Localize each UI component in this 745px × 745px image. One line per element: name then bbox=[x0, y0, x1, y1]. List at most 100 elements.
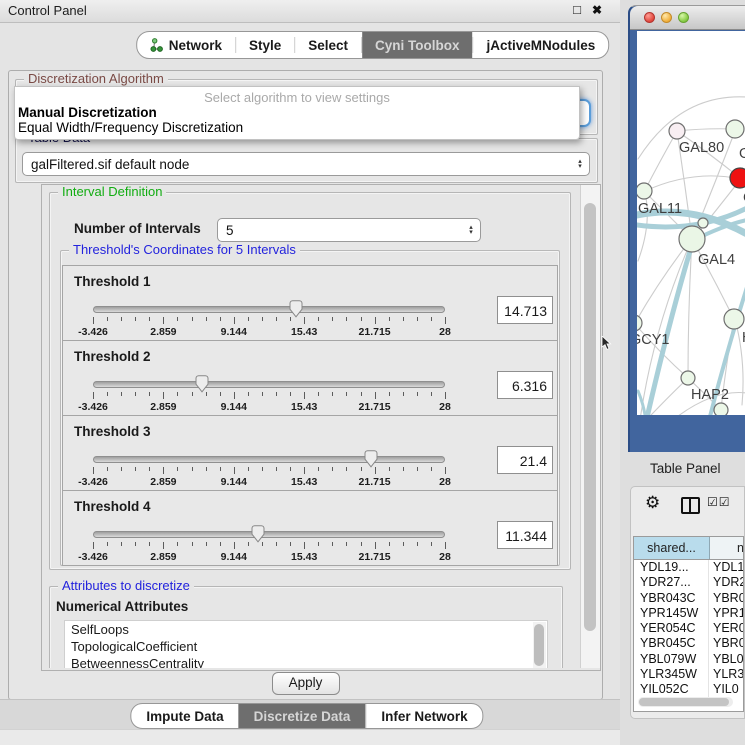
tab-infer-network[interactable]: Infer Network bbox=[365, 704, 482, 728]
network-graph[interactable]: GAL80GACGAL11GAL4GCY1HHAP2 bbox=[637, 31, 745, 415]
tick-mark bbox=[149, 392, 150, 396]
top-tab-bar: NetworkStyle Select Cyni ToolboxjActiveMNo… bbox=[136, 31, 610, 59]
attributes-scrollbar[interactable] bbox=[533, 622, 546, 668]
close-icon[interactable]: ✖ bbox=[592, 3, 602, 17]
close-traffic-light-icon[interactable] bbox=[644, 12, 655, 23]
tab-impute-data[interactable]: Impute Data bbox=[131, 704, 238, 728]
table-data-combobox[interactable]: galFiltered.sif default node ▴▾ bbox=[22, 152, 590, 176]
threshold-value-field[interactable]: 6.316 bbox=[497, 371, 553, 399]
slider-track[interactable] bbox=[93, 306, 445, 313]
tick-mark bbox=[93, 542, 94, 549]
network-node-hap2[interactable] bbox=[681, 371, 695, 385]
network-edge[interactable] bbox=[638, 391, 646, 415]
network-node-gal11[interactable] bbox=[637, 183, 652, 199]
tick-label: 21.715 bbox=[359, 551, 391, 563]
network-node-gcy1[interactable] bbox=[637, 315, 642, 331]
tick-mark bbox=[403, 542, 404, 546]
slider-thumb[interactable] bbox=[364, 450, 379, 468]
tab-jactivemnodules[interactable]: jActiveMNodules bbox=[474, 32, 609, 58]
list-item[interactable]: BetweennessCentrality bbox=[65, 655, 547, 668]
apply-button[interactable]: Apply bbox=[272, 672, 340, 695]
tick-mark bbox=[248, 467, 249, 471]
tab-network[interactable]: Network bbox=[137, 32, 235, 58]
tick-label: 2.859 bbox=[150, 551, 176, 563]
threshold-value-field[interactable]: 21.4 bbox=[497, 446, 553, 474]
network-window-titlebar[interactable] bbox=[630, 6, 745, 30]
slider-thumb[interactable] bbox=[251, 525, 266, 543]
tick-mark bbox=[332, 542, 333, 546]
table-row[interactable]: YBR045CYBR0 bbox=[634, 636, 743, 651]
network-node-c[interactable] bbox=[730, 168, 745, 188]
table-row[interactable]: YIL052CYIL0 bbox=[634, 682, 743, 697]
tick-mark bbox=[206, 317, 207, 321]
number-of-intervals-combobox[interactable]: 5 ▴▾ bbox=[217, 218, 481, 242]
tick-mark bbox=[332, 392, 333, 396]
algorithm-option-manual-discretization[interactable]: Manual Discretization bbox=[15, 105, 579, 120]
tick-mark bbox=[304, 542, 305, 549]
tab-discretize-data[interactable]: Discretize Data bbox=[239, 704, 366, 728]
slider-track[interactable] bbox=[93, 531, 445, 538]
table-row[interactable]: YPR145WYPR1 bbox=[634, 606, 743, 621]
column-layout-icon[interactable] bbox=[681, 497, 700, 514]
tick-mark bbox=[290, 467, 291, 471]
threshold-value-field[interactable]: 11.344 bbox=[497, 521, 553, 549]
network-node[interactable] bbox=[698, 218, 708, 228]
network-edge[interactable] bbox=[638, 378, 688, 415]
threshold-slider[interactable]: -3.4262.8599.14415.4321.71528 bbox=[93, 306, 445, 336]
network-canvas[interactable]: GAL80GACGAL11GAL4GCY1HHAP2 bbox=[637, 31, 745, 415]
node-table[interactable]: shared... na YDL19...YDL1YDR27...YDR2YBR… bbox=[633, 536, 744, 712]
settings-vertical-scrollbar[interactable] bbox=[580, 185, 600, 668]
list-item[interactable]: TopologicalCoefficient bbox=[65, 638, 547, 655]
slider-track[interactable] bbox=[93, 456, 445, 463]
tick-mark bbox=[375, 542, 376, 549]
network-node-gal4[interactable] bbox=[679, 226, 705, 252]
tick-mark bbox=[389, 542, 390, 546]
network-edge[interactable] bbox=[639, 241, 693, 415]
threshold-row: Threshold 4-3.4262.8599.14415.4321.71528… bbox=[62, 490, 558, 566]
settings-scrollpane: Interval Definition Number of Intervals … bbox=[41, 184, 601, 671]
network-node-h[interactable] bbox=[724, 309, 744, 329]
table-row[interactable]: YDL19...YDL1 bbox=[634, 560, 743, 575]
tick-mark bbox=[234, 542, 235, 549]
tick-mark bbox=[276, 542, 277, 546]
table-row[interactable]: YDR27...YDR2 bbox=[634, 575, 743, 590]
threshold-value-field[interactable]: 14.713 bbox=[497, 296, 553, 324]
network-node-ga[interactable] bbox=[726, 120, 744, 138]
tab-label: Select bbox=[308, 38, 348, 53]
network-node[interactable] bbox=[714, 403, 728, 415]
network-node-gal80[interactable] bbox=[669, 123, 685, 139]
table-horizontal-scrollbar[interactable] bbox=[638, 697, 733, 707]
network-edge[interactable] bbox=[645, 176, 740, 191]
node-label: HAP2 bbox=[691, 387, 729, 403]
table-row[interactable]: YBR043CYBR0 bbox=[634, 591, 743, 606]
slider-tick-labels: -3.4262.8599.14415.4321.71528 bbox=[93, 551, 445, 563]
tick-mark bbox=[445, 542, 446, 549]
table-row[interactable]: YBL079WYBL0 bbox=[634, 652, 743, 667]
tick-label: -3.426 bbox=[78, 401, 108, 413]
tab-cyni-toolbox[interactable]: Cyni Toolbox bbox=[362, 32, 473, 58]
threshold-slider[interactable]: -3.4262.8599.14415.4321.71528 bbox=[93, 381, 445, 411]
cell-shared-name: YDL19... bbox=[634, 560, 709, 575]
table-row[interactable]: YER054CYER0 bbox=[634, 621, 743, 636]
slider-thumb[interactable] bbox=[289, 300, 304, 318]
slider-thumb[interactable] bbox=[195, 375, 210, 393]
list-item[interactable]: SelfLoops bbox=[65, 621, 547, 638]
float-icon[interactable]: □ bbox=[573, 2, 581, 17]
tick-mark bbox=[135, 392, 136, 396]
tick-label: -3.426 bbox=[78, 326, 108, 338]
threshold-slider[interactable]: -3.4262.8599.14415.4321.71528 bbox=[93, 531, 445, 561]
tab-select[interactable]: Select bbox=[295, 32, 361, 58]
checkbox-icons[interactable]: ☑☑ bbox=[707, 495, 731, 509]
table-row[interactable]: YLR345WYLR3 bbox=[634, 667, 743, 682]
gear-icon[interactable]: ⚙ bbox=[645, 493, 660, 513]
tick-mark bbox=[149, 467, 150, 471]
algorithm-option-equal-width-frequency-discretization[interactable]: Equal Width/Frequency Discretization bbox=[15, 120, 579, 135]
slider-track[interactable] bbox=[93, 381, 445, 388]
minimize-traffic-light-icon[interactable] bbox=[661, 12, 672, 23]
threshold-slider[interactable]: -3.4262.8599.14415.4321.71528 bbox=[93, 456, 445, 486]
column-header-shared-name[interactable]: shared... bbox=[634, 537, 710, 559]
column-header-name[interactable]: na bbox=[710, 537, 743, 559]
numerical-attributes-list[interactable]: SelfLoopsTopologicalCoefficientBetweenne… bbox=[64, 620, 548, 668]
tab-style[interactable]: Style bbox=[236, 32, 294, 58]
zoom-traffic-light-icon[interactable] bbox=[678, 12, 689, 23]
